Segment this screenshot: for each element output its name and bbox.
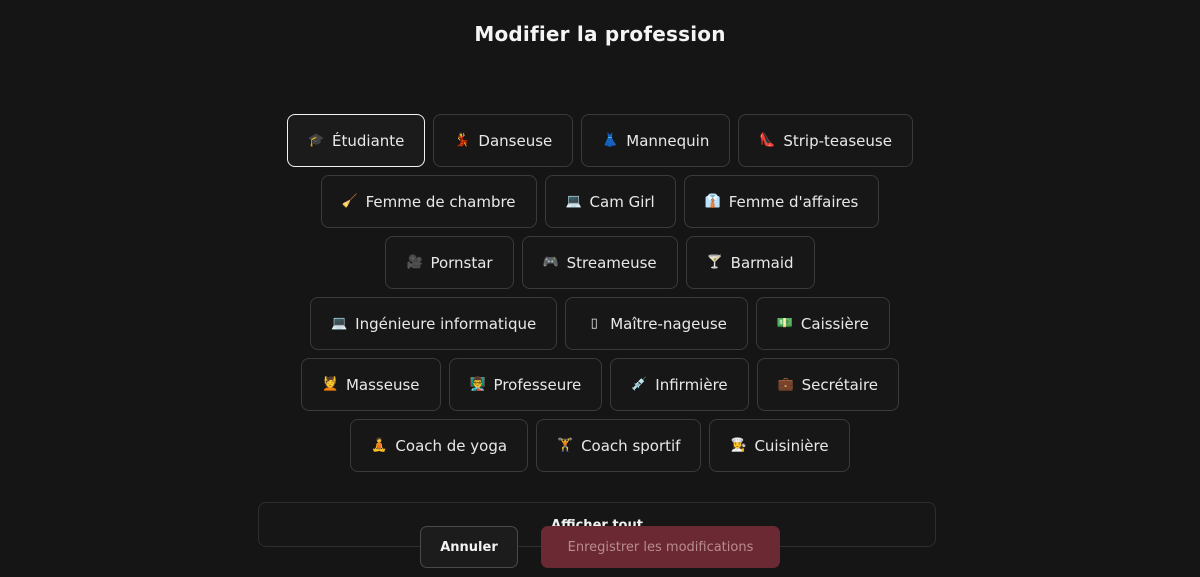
teacher-icon: 👨‍🏫 [469,377,486,392]
profession-chip-coach-de-yoga[interactable]: 🧘 Coach de yoga [350,419,529,472]
profession-row: 🎓 Étudiante 💃 Danseuse 👗 Mannequin 👠 Str… [0,114,1200,167]
profession-label: Pornstar [430,253,493,272]
profession-chip-masseuse[interactable]: 💆 Masseuse [300,358,441,411]
broom-icon: 🧹 [341,194,358,209]
movie-camera-icon: 🎥 [406,255,423,270]
profession-chip-danseuse[interactable]: 💃 Danseuse [433,114,574,167]
profession-chip-streameuse[interactable]: 🎮 Streameuse [521,236,678,289]
profession-label: Femme de chambre [365,192,516,211]
profession-chip-barmaid[interactable]: 🍸 Barmaid [685,236,815,289]
profession-chip-etudiante[interactable]: 🎓 Étudiante [287,114,426,167]
profession-label: Coach sportif [581,436,681,455]
yoga-icon: 🧘 [371,438,388,453]
profession-label: Coach de yoga [395,436,508,455]
profession-chip-mannequin[interactable]: 👗 Mannequin [581,114,731,167]
profession-chip-femme-de-chambre[interactable]: 🧹 Femme de chambre [320,175,537,228]
profession-label: Mannequin [626,131,710,150]
profession-row: 💆 Masseuse 👨‍🏫 Professeure 💉 Infirmière … [0,358,1200,411]
profession-label: Secrétaire [801,375,879,394]
profession-label: Barmaid [730,253,794,272]
high-heel-icon: 👠 [759,133,776,148]
profession-label: Caissière [800,314,869,333]
profession-chip-maitre-nageuse[interactable]: ▯ Maître-nageuse [565,297,748,350]
profession-row: 🎥 Pornstar 🎮 Streameuse 🍸 Barmaid [0,236,1200,289]
profession-label: Infirmière [655,375,728,394]
profession-label: Strip-teaseuse [783,131,892,150]
laptop-icon: 💻 [331,316,348,331]
profession-chip-infirmiere[interactable]: 💉 Infirmière [610,358,749,411]
missing-glyph-icon: ▯ [590,316,598,331]
profession-chip-pornstar[interactable]: 🎥 Pornstar [385,236,514,289]
profession-row: 💻 Ingénieure informatique ▯ Maître-nageu… [0,297,1200,350]
profession-chip-secretaire[interactable]: 💼 Secrétaire [756,358,900,411]
profession-label: Ingénieure informatique [355,314,537,333]
profession-chip-cuisiniere[interactable]: 👩‍🍳 Cuisinière [709,419,850,472]
cook-icon: 👩‍🍳 [730,438,747,453]
edit-profession-modal: Modifier la profession 🎓 Étudiante 💃 Dan… [0,0,1200,577]
profession-label: Étudiante [332,131,405,150]
dress-icon: 👗 [602,133,619,148]
profession-chip-coach-sportif[interactable]: 🏋 Coach sportif [536,419,702,472]
profession-chip-femme-d-affaires[interactable]: 👔 Femme d'affaires [683,175,880,228]
profession-label: Danseuse [478,131,553,150]
dancer-icon: 💃 [454,133,471,148]
massage-icon: 💆 [321,377,339,392]
profession-row: 🧘 Coach de yoga 🏋 Coach sportif 👩‍🍳 Cuis… [0,419,1200,472]
modal-title: Modifier la profession [474,22,726,46]
weightlifter-icon: 🏋 [557,438,574,453]
profession-label: Maître-nageuse [610,314,727,333]
save-changes-button[interactable]: Enregistrer les modifications [541,526,780,568]
laptop-icon: 💻 [565,194,582,209]
profession-grid: 🎓 Étudiante 💃 Danseuse 👗 Mannequin 👠 Str… [0,114,1200,480]
profession-label: Professeure [493,375,582,394]
profession-label: Cuisinière [754,436,829,455]
profession-row: 🧹 Femme de chambre 💻 Cam Girl 👔 Femme d'… [0,175,1200,228]
business-suit-icon: 👔 [704,194,721,209]
profession-chip-caissiere[interactable]: 💵 Caissière [755,297,890,350]
cancel-button[interactable]: Annuler [420,526,518,568]
profession-label: Masseuse [345,375,420,394]
profession-label: Streameuse [566,253,657,272]
briefcase-icon: 💼 [777,377,794,392]
profession-label: Femme d'affaires [728,192,859,211]
game-controller-icon: 🎮 [542,255,559,270]
profession-chip-cam-girl[interactable]: 💻 Cam Girl [544,175,676,228]
syringe-icon: 💉 [631,377,648,392]
graduation-cap-icon: 🎓 [308,133,325,148]
cocktail-icon: 🍸 [706,255,723,270]
profession-chip-strip-teaseuse[interactable]: 👠 Strip-teaseuse [738,114,913,167]
profession-chip-professeure[interactable]: 👨‍🏫 Professeure [448,358,603,411]
profession-label: Cam Girl [589,192,655,211]
cash-icon: 💵 [776,316,794,331]
profession-chip-ingenieure-informatique[interactable]: 💻 Ingénieure informatique [310,297,558,350]
